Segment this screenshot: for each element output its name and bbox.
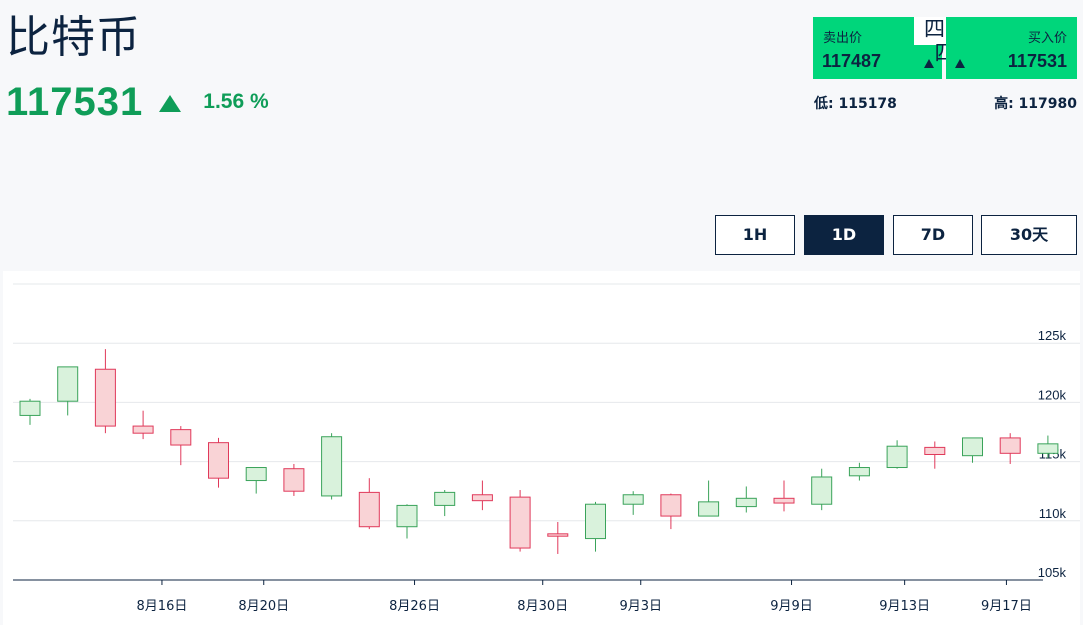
x-tick-label: 8月30日	[517, 599, 568, 614]
price-row: 117531 1.56 %	[6, 78, 269, 126]
price-change-percent: 1.56 %	[203, 90, 269, 113]
buy-label: 买入价	[1027, 31, 1067, 46]
timeframe-1d-button[interactable]: 1D	[804, 215, 884, 255]
x-tick-label: 9月13日	[879, 599, 930, 614]
candle-body	[999, 437, 1021, 454]
candle-body	[57, 366, 79, 402]
candle-body	[1037, 443, 1059, 454]
y-tick-label: 110k	[1039, 506, 1067, 521]
candle-body	[94, 368, 116, 427]
candle-body	[19, 400, 41, 416]
sell-label: 卖出价	[823, 31, 863, 46]
candle-body	[660, 494, 682, 517]
x-tick-label: 9月17日	[981, 599, 1032, 614]
daily-low: 低: 115178	[814, 96, 897, 112]
candle-body	[735, 497, 757, 508]
candle-body	[434, 491, 456, 506]
candle-body	[886, 445, 908, 469]
x-tick-label: 9月9日	[770, 599, 813, 614]
candle-body	[773, 497, 795, 504]
candlestick-chart-svg: 125k120k115k110k105k8月16日 8月20日 8月26日 8月30日…	[13, 283, 1080, 614]
candle-body	[208, 442, 229, 479]
buy-price: 117531	[1007, 51, 1067, 71]
daily-high: 高: 117980	[994, 96, 1077, 112]
candle-body	[283, 468, 305, 492]
x-tick-label: 8月26日	[389, 599, 440, 614]
candle-body	[585, 503, 606, 540]
candle-body	[170, 429, 192, 446]
candle-body	[321, 436, 343, 497]
page-title: 比特币	[6, 12, 141, 63]
sell-up-icon	[924, 59, 934, 68]
candle-body	[132, 425, 154, 434]
candle-body	[848, 467, 870, 477]
candle-body	[245, 467, 267, 482]
candle-body	[698, 501, 720, 517]
y-tick-label: 105k	[1038, 565, 1067, 580]
current-price: 117531	[6, 80, 144, 124]
x-tick-label: 8月20日	[238, 599, 289, 614]
price-up-icon	[159, 94, 182, 112]
x-tick-label: 8月16日	[137, 599, 188, 614]
candle-body	[962, 437, 983, 457]
timeframe-1h-button[interactable]: 1H	[715, 215, 795, 255]
buy-button[interactable]: 买入价 117531	[946, 17, 1077, 79]
x-tick-label: 9月3日	[619, 599, 662, 614]
sell-price: 117487	[822, 51, 882, 71]
timeframe-7d-button[interactable]: 7D	[893, 215, 973, 255]
candle-body	[471, 494, 493, 502]
candle-body	[358, 491, 380, 528]
buy-up-icon	[955, 59, 965, 68]
candle-body	[811, 476, 833, 505]
timeframe-30d-button[interactable]: 30天	[981, 215, 1077, 255]
y-tick-label: 125k	[1038, 328, 1067, 343]
candle-body	[924, 446, 946, 455]
candle-body	[547, 533, 569, 537]
candle-body	[622, 494, 644, 505]
candle-body	[396, 504, 418, 528]
candle-body	[509, 496, 531, 549]
y-tick-label: 120k	[1038, 387, 1067, 402]
price-chart[interactable]: 125k 120k 115k 110k 105k 8月16日 8月20日 8月26日 8月30日…	[3, 271, 1080, 625]
